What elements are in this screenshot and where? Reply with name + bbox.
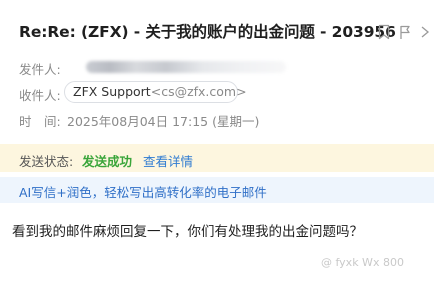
sender-label: 发件人: — [19, 62, 61, 77]
email-body: 看到我的邮件麻烦回复一下，你们有处理我的出金问题吗？ — [12, 224, 363, 240]
recipient[interactable]: ZFX Support<cs@zfx.com> — [73, 84, 247, 99]
ai-writing-link[interactable]: AI写信+润色，轻松写出高转化率的电子邮件 — [19, 182, 267, 201]
time-value: 2025年08月04日 17:15 (星期一) — [67, 114, 260, 129]
view-details-link[interactable]: 查看详情 — [143, 151, 193, 170]
email-subject: Re:Re: (ZFX) - 关于我的账户的出金问题 - 203956 — [19, 23, 396, 41]
subject-row: Re:Re: (ZFX) - 关于我的账户的出金问题 - 203956 — [0, 18, 434, 48]
recipient-label: 收件人: — [19, 88, 61, 103]
watermark: @ fyxk Wx 800 — [321, 256, 404, 269]
time-label: 时 间: — [19, 114, 61, 129]
flag-icon[interactable] — [398, 24, 412, 40]
sender-redacted — [86, 61, 286, 73]
more-icon[interactable] — [419, 24, 433, 40]
send-status-value: 发送成功 — [82, 154, 133, 169]
recipient-name: ZFX Support — [73, 84, 151, 99]
recipient-email: <cs@zfx.com> — [150, 84, 247, 99]
send-status-label: 发送状态: — [19, 154, 74, 169]
bookmark-icon[interactable] — [377, 24, 391, 40]
